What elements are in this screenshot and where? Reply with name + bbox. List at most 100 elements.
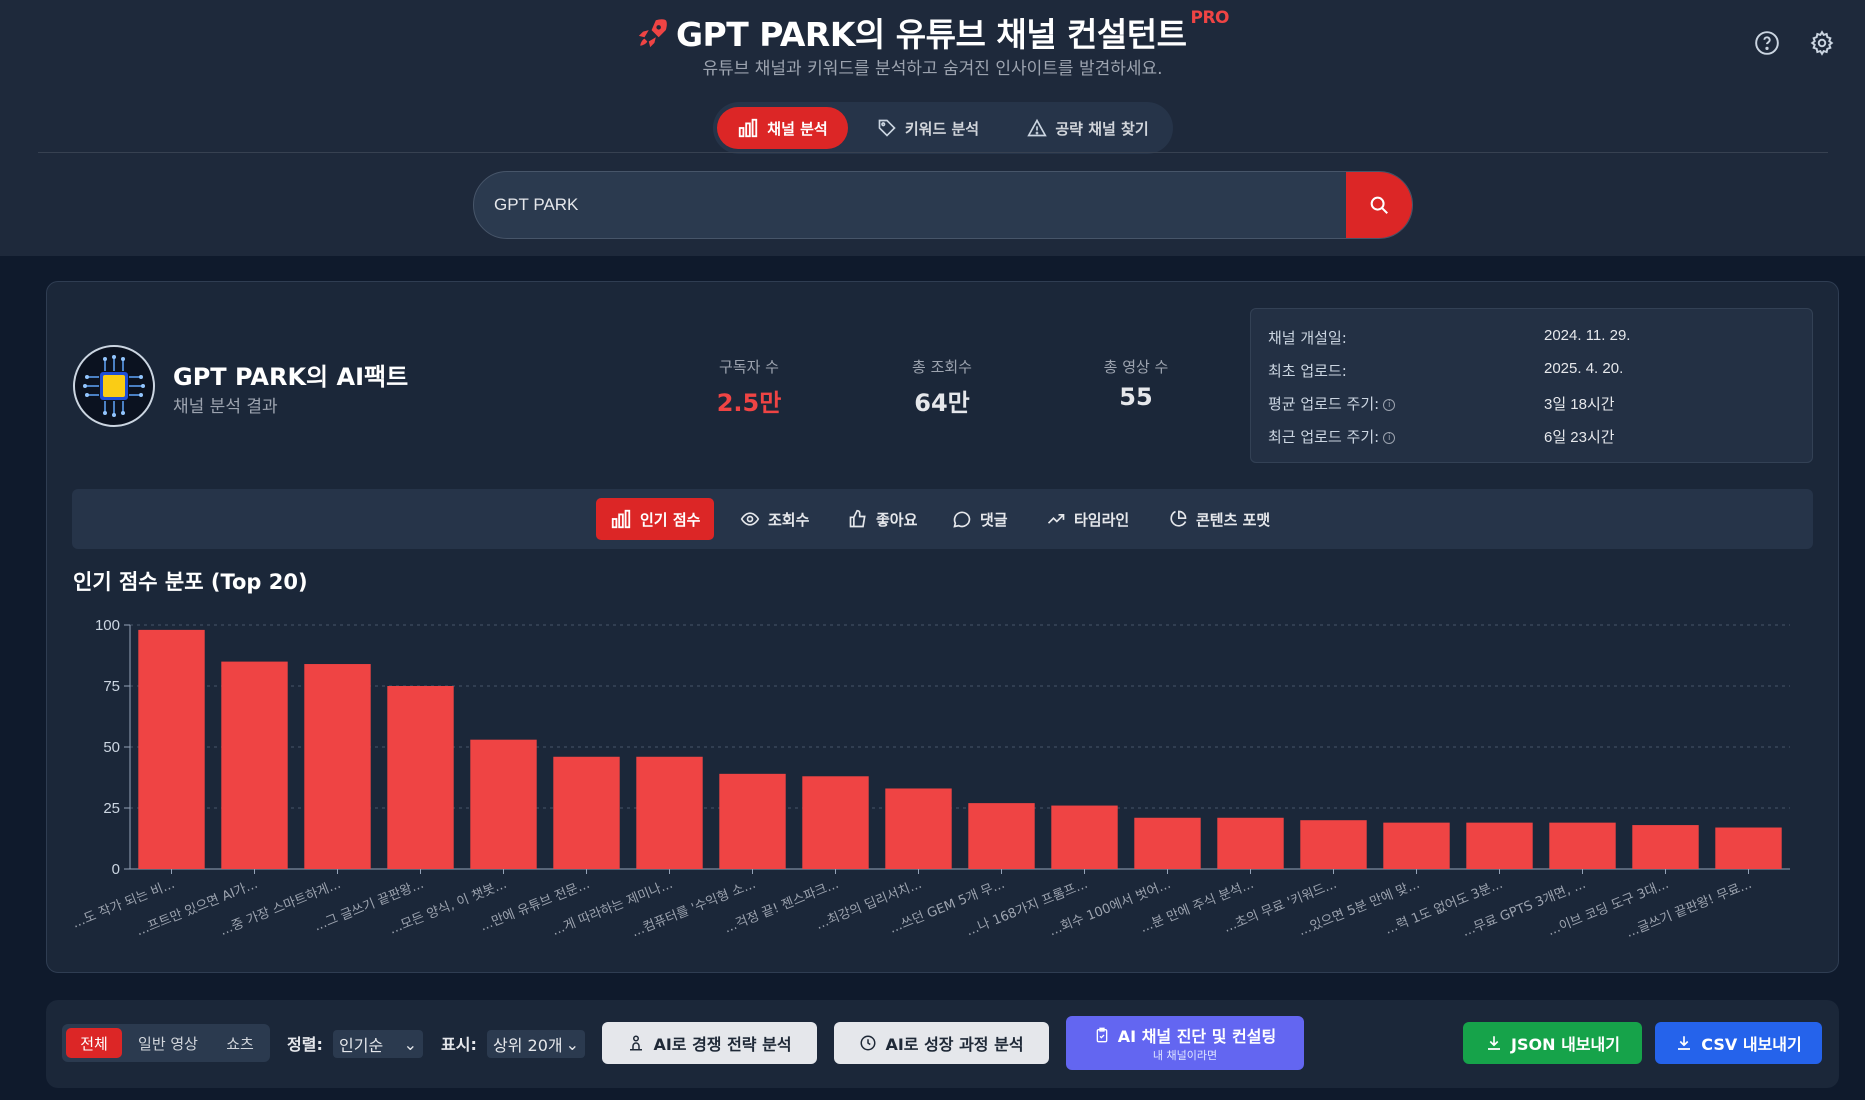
y-tick-label: 50 (103, 739, 120, 756)
y-tick-label: 100 (95, 617, 120, 634)
channel-name: GPT PARK의 AI팩트 (173, 363, 409, 391)
info-value: 2024. 11. 29. (1544, 327, 1631, 344)
info-icon[interactable]: i (1383, 398, 1396, 411)
info-label: 평균 업로드 주기: (1268, 395, 1380, 413)
info-value: 3일 18시간 (1544, 396, 1615, 413)
stat-views: 총 조회수 64만 (862, 356, 1022, 418)
bar (221, 661, 288, 869)
bar-chart-icon (739, 118, 758, 138)
filter-regular[interactable]: 일반 영상 (126, 1028, 210, 1058)
metric-tab-label: 콘텐츠 포맷 (1196, 510, 1271, 529)
rocket-icon (636, 16, 670, 58)
video-type-filter: 전체 일반 영상 쇼츠 (62, 1024, 270, 1062)
info-icon[interactable]: i (1383, 431, 1396, 444)
metric-tab-label: 인기 점수 (640, 510, 701, 529)
bar-chart-icon (611, 509, 631, 529)
metric-tab-comments[interactable]: 댓글 (938, 498, 1022, 540)
tab-keyword-analysis[interactable]: 키워드 분석 (858, 107, 998, 149)
popularity-bar-chart: 0255075100...도 작가 되는 비......프트만 있으면 AI가.… (70, 617, 1790, 941)
bar (1632, 825, 1699, 869)
tab-channel-analysis[interactable]: 채널 분석 (717, 107, 848, 149)
channel-subtitle: 채널 분석 결과 (173, 397, 278, 417)
info-label-wrap: 최근 업로드 주기: i (1268, 426, 1396, 447)
ai-competition-button[interactable]: AI로 경쟁 전략 분석 (602, 1022, 817, 1064)
metric-tab-views[interactable]: 조회수 (726, 498, 823, 540)
csv-export-button[interactable]: CSV 내보내기 (1655, 1022, 1822, 1064)
info-label: 최초 업로드: (1268, 362, 1347, 380)
display-value: 상위 20개 (493, 1036, 563, 1055)
bar (1715, 827, 1782, 869)
strategy-icon (630, 1035, 643, 1051)
eye-icon (740, 512, 760, 526)
bar (138, 629, 205, 869)
bar (885, 788, 952, 869)
settings-icon[interactable] (1809, 30, 1835, 56)
warning-icon (1027, 118, 1048, 137)
filter-all[interactable]: 전체 (66, 1028, 122, 1058)
stat-label: 총 영상 수 (1103, 358, 1169, 376)
divider (38, 152, 1828, 153)
stat-label: 총 조회수 (912, 358, 972, 376)
filter-shorts[interactable]: 쇼츠 (214, 1028, 266, 1058)
tag-icon (878, 119, 896, 137)
info-value: 2025. 4. 20. (1544, 360, 1624, 377)
display-label: 표시: (441, 1035, 477, 1054)
y-tick-label: 0 (112, 861, 120, 878)
search-bar (473, 171, 1413, 239)
thumbs-up-icon (849, 509, 866, 528)
bar (1549, 822, 1616, 869)
page-title: GPT PARK의 유튜브 채널 컨설턴트 PRO (0, 8, 1865, 58)
button-label: CSV 내보내기 (1701, 1035, 1802, 1054)
stat-label: 구독자 수 (719, 358, 779, 376)
main-tabs: 채널 분석 키워드 분석 공략 채널 찾기 (713, 102, 1173, 154)
metric-tab-likes[interactable]: 좋아요 (834, 498, 931, 540)
tab-label: 공략 채널 찾기 (1055, 119, 1149, 138)
metric-tab-label: 조회수 (768, 510, 810, 529)
bar (553, 756, 620, 869)
stat-value: 2.5만 (716, 389, 782, 417)
download-icon (1488, 1036, 1501, 1050)
metric-tab-label: 댓글 (980, 510, 1008, 529)
stat-videos: 총 영상 수 55 (1056, 356, 1216, 411)
chevron-down-icon: ⌄ (565, 1034, 579, 1054)
metric-tab-popularity[interactable]: 인기 점수 (596, 498, 715, 540)
bar (968, 803, 1035, 869)
bar (719, 773, 786, 869)
json-export-button[interactable]: JSON 내보내기 (1463, 1022, 1642, 1064)
pro-badge: PRO (1190, 8, 1230, 28)
bar (387, 686, 454, 869)
sort-label: 정렬: (287, 1035, 323, 1054)
bar (470, 739, 537, 869)
metric-tab-label: 타임라인 (1074, 510, 1130, 529)
chevron-down-icon: ⌄ (403, 1034, 417, 1054)
bar (1383, 822, 1450, 869)
stat-value: 64만 (914, 389, 970, 417)
button-label: AI로 성장 과정 분석 (885, 1035, 1024, 1054)
search-button[interactable] (1346, 172, 1412, 238)
download-icon (1678, 1036, 1691, 1050)
ai-growth-button[interactable]: AI로 성장 과정 분석 (834, 1022, 1049, 1064)
tab-label: 채널 분석 (767, 119, 828, 138)
ai-diagnosis-button[interactable]: AI 채널 진단 및 컨설팅 내 채널이라면 (1066, 1016, 1304, 1070)
help-icon[interactable] (1754, 30, 1780, 56)
sort-select[interactable]: 인기순 ⌄ (333, 1030, 423, 1058)
display-select[interactable]: 상위 20개 ⌄ (487, 1030, 585, 1058)
y-tick-label: 25 (103, 800, 120, 817)
info-label-wrap: 평균 업로드 주기: i (1268, 393, 1396, 414)
stat-subscribers: 구독자 수 2.5만 (669, 356, 829, 418)
channel-info-panel: 채널 개설일: 2024. 11. 29. 최초 업로드: 2025. 4. 2… (1250, 308, 1813, 463)
metric-tab-timeline[interactable]: 타임라인 (1032, 498, 1143, 540)
tab-find-channels[interactable]: 공략 채널 찾기 (1013, 107, 1163, 149)
bar (636, 756, 703, 869)
metric-tab-format[interactable]: 콘텐츠 포맷 (1154, 498, 1284, 540)
metric-tab-label: 좋아요 (876, 510, 918, 529)
bar (1300, 820, 1367, 869)
app-title-text: GPT PARK의 유튜브 채널 컨설턴트 (675, 15, 1187, 54)
bar (1051, 805, 1118, 869)
search-input[interactable] (494, 172, 1334, 238)
tab-label: 키워드 분석 (904, 119, 980, 138)
bar (1217, 817, 1284, 869)
page-subtitle: 유튜브 채널과 키워드를 분석하고 숨겨진 인사이트를 발견하세요. (702, 59, 1163, 79)
button-label: AI 채널 진단 및 컨설팅 (1117, 1027, 1277, 1046)
clipboard-icon (1096, 1027, 1108, 1043)
